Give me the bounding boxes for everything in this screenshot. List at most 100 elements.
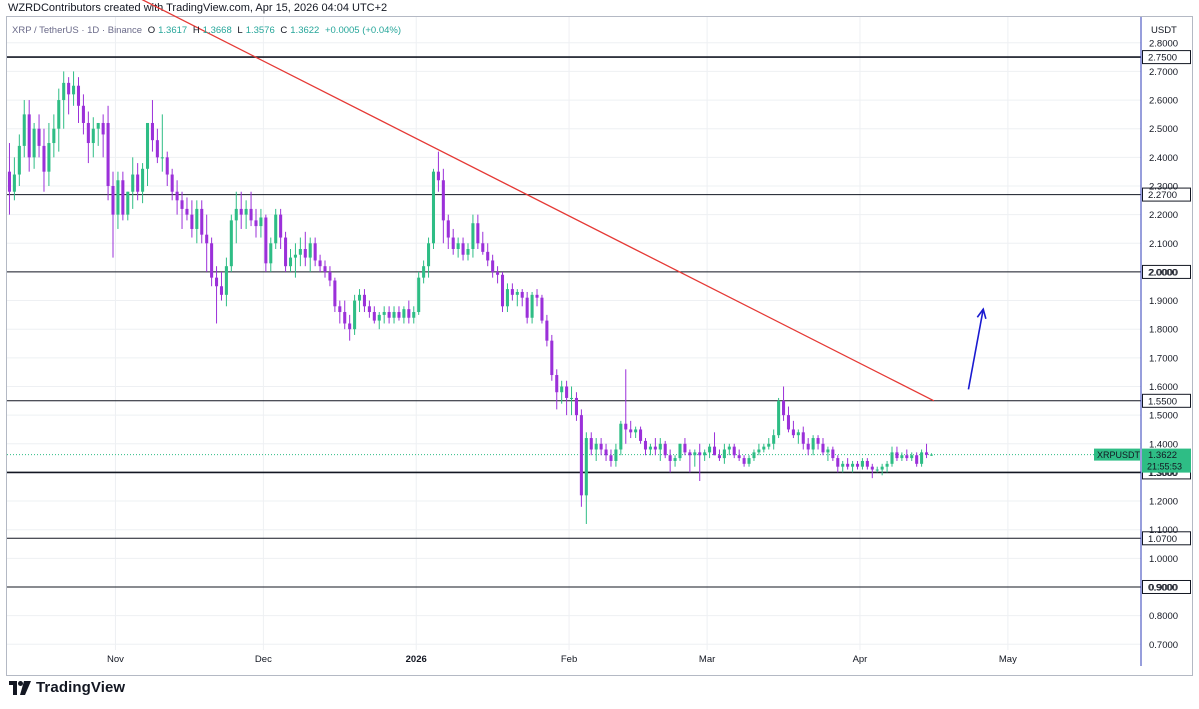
candle-body	[880, 466, 884, 470]
candle-body	[801, 432, 805, 444]
candle	[42, 128, 46, 192]
candle	[259, 208, 263, 238]
candle-body	[599, 443, 603, 450]
candle-body	[12, 174, 16, 192]
candle-body	[244, 208, 248, 215]
candle-body	[377, 314, 381, 321]
low-label: L	[237, 25, 243, 36]
candle-body	[924, 452, 929, 455]
x-tick-label: Apr	[853, 654, 868, 665]
candle-body	[742, 458, 746, 464]
y-tick-label: 0.9000	[1149, 582, 1178, 593]
candle	[343, 300, 347, 330]
axes: Nov Dec 2026 Feb Mar Apr May 2.8000 2.7000 2.6000…	[107, 17, 1191, 666]
candle-body	[515, 291, 519, 295]
candle	[653, 438, 657, 456]
brand: TradingView	[9, 679, 125, 696]
candle-body	[673, 458, 677, 461]
candle-body	[841, 463, 845, 467]
candle	[37, 114, 41, 158]
candle-body	[782, 400, 786, 416]
candle	[288, 249, 293, 272]
candle	[496, 266, 500, 284]
candle	[920, 449, 924, 467]
candle	[880, 463, 884, 476]
candle-body	[885, 463, 889, 467]
candle-body	[249, 208, 253, 221]
candle-body	[811, 438, 815, 450]
candle-body	[496, 271, 500, 275]
candle	[417, 271, 421, 315]
candle	[806, 438, 810, 456]
candle-body	[639, 429, 643, 441]
candle	[234, 191, 238, 244]
candle-body	[570, 397, 574, 399]
candle-body	[328, 271, 332, 281]
candle	[471, 214, 475, 258]
candle-body	[91, 128, 95, 144]
candle-body	[619, 423, 623, 450]
candle	[446, 214, 450, 250]
y-tick-label: 2.0000	[1149, 267, 1178, 278]
candle	[441, 168, 445, 244]
candle	[841, 460, 845, 473]
candle	[520, 289, 524, 307]
candle	[525, 291, 529, 324]
candle-body	[412, 312, 416, 318]
candle-body	[62, 82, 66, 101]
candle-body	[180, 200, 184, 209]
candle	[589, 432, 593, 456]
y-tick-label: 2.7000	[1149, 67, 1178, 78]
candle	[890, 446, 894, 467]
candle-body	[466, 249, 470, 255]
y-tick-label: 1.2000	[1149, 497, 1178, 508]
price-chart[interactable]: 2.75002.27002.00001.55001.30001.07000.90…	[0, 0, 1199, 709]
candle-body	[170, 174, 174, 192]
candle	[668, 449, 672, 473]
level-tag-label: 2.7500	[1148, 53, 1177, 64]
candle	[353, 294, 357, 335]
candle	[500, 271, 505, 313]
candle-body	[476, 223, 480, 244]
candle	[372, 306, 376, 324]
candle	[614, 443, 618, 467]
candle	[722, 443, 726, 464]
candle-body	[624, 423, 628, 430]
candle-body	[791, 429, 795, 436]
candle	[377, 312, 381, 330]
candle	[382, 306, 386, 324]
candle	[683, 438, 687, 456]
candle-body	[648, 446, 652, 450]
candle	[195, 200, 199, 244]
candle	[924, 443, 929, 459]
ohlc-legend: XRP / TetherUS · 1D · Binance O 1.3617 H1…	[12, 25, 404, 36]
candle	[431, 168, 436, 250]
candle	[313, 237, 317, 267]
candle	[629, 420, 633, 439]
grid	[7, 17, 1141, 650]
candle	[348, 314, 352, 341]
candle-body	[185, 208, 189, 215]
candle-body	[747, 458, 751, 464]
candle-body	[895, 452, 899, 459]
candle	[357, 289, 362, 313]
brand-name: TradingView	[36, 679, 126, 696]
candle	[200, 200, 204, 244]
candle-body	[72, 85, 76, 95]
candle-body	[727, 446, 731, 450]
candle-body	[111, 185, 115, 215]
candle	[905, 449, 909, 461]
candle	[550, 334, 554, 381]
candle	[224, 257, 228, 307]
candle	[900, 452, 904, 461]
close-label: C	[280, 25, 288, 36]
candle	[579, 409, 583, 507]
y-tick-label: 2.6000	[1149, 96, 1178, 107]
candle	[254, 208, 258, 238]
currency-label[interactable]: USDT	[1151, 25, 1177, 36]
candle	[915, 452, 919, 467]
candle-body	[303, 249, 307, 258]
candle	[737, 449, 741, 461]
symbol-tag-label: XRPUSDT	[1097, 450, 1141, 460]
candle	[131, 157, 135, 209]
